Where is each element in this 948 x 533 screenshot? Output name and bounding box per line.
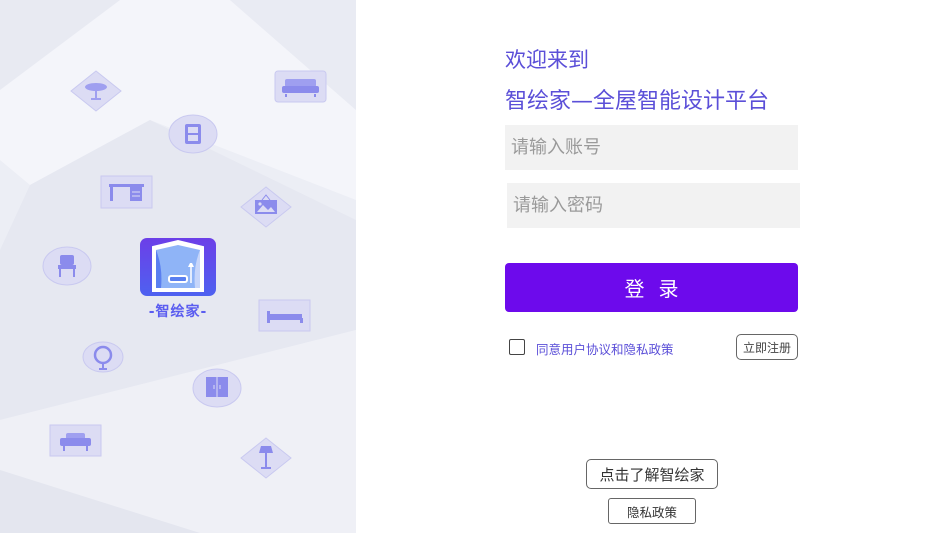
sofa-icon (274, 70, 327, 103)
password-input[interactable] (507, 183, 800, 228)
wardrobe-icon (192, 368, 242, 408)
privacy-policy-button[interactable]: 隐私政策 (608, 498, 696, 524)
picture-frame-icon (240, 186, 292, 228)
login-button[interactable]: 登录 (505, 263, 798, 312)
app-logo (139, 237, 217, 297)
account-input[interactable] (505, 125, 798, 170)
learn-more-button[interactable]: 点击了解智绘家 (586, 459, 718, 489)
platform-title: 智绘家—全屋智能设计平台 (505, 89, 770, 114)
illustration-panel: -智绘家- (0, 0, 356, 533)
agree-terms-link[interactable]: 同意用户协议和隐私政策 (536, 339, 674, 358)
floor-lamp-icon (240, 437, 292, 479)
round-table-icon (70, 70, 122, 112)
register-button-label: 立即注册 (742, 340, 791, 355)
desk-icon (100, 175, 153, 209)
agree-checkbox[interactable] (509, 339, 525, 355)
mirror-icon (82, 341, 124, 373)
cabinet-icon (168, 114, 218, 154)
privacy-policy-label: 隐私政策 (626, 504, 677, 520)
welcome-heading: 欢迎来到 (505, 48, 589, 72)
register-button[interactable]: 立即注册 (736, 334, 798, 360)
logo-text: -智绘家- (148, 304, 208, 320)
chair-icon (42, 246, 92, 286)
armchair-icon (49, 424, 102, 457)
bed-icon (258, 299, 311, 332)
learn-more-label: 点击了解智绘家 (599, 465, 705, 484)
login-button-label: 登录 (624, 277, 693, 301)
